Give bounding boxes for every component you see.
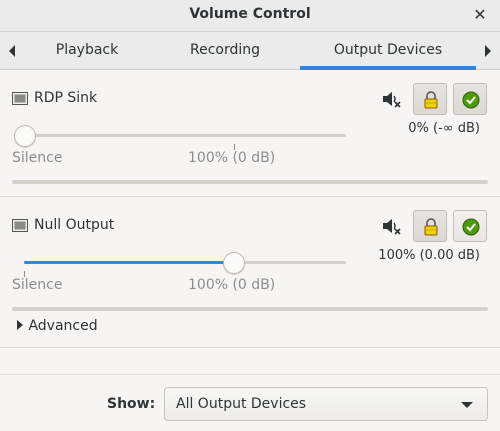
monitor-icon (12, 92, 28, 105)
volume-readout: 0% (-∞ dB) (408, 121, 480, 136)
lock-icon (424, 91, 438, 109)
advanced-expander[interactable]: Advanced (16, 318, 98, 334)
speaker-muted-icon[interactable] (382, 217, 402, 235)
tab-scroll-right-icon[interactable] (482, 43, 494, 59)
close-icon: ✕ (473, 5, 487, 24)
peak-level-meter (12, 180, 488, 184)
check-icon (462, 91, 480, 109)
scale-label-100: 100% (0 dB) (188, 150, 276, 166)
show-filter-dropdown[interactable]: All Output Devices (164, 387, 488, 421)
volume-slider-knob[interactable] (223, 252, 245, 274)
expander-arrow-icon (17, 320, 23, 330)
speaker-muted-icon[interactable] (382, 90, 402, 108)
tab-recording[interactable]: Recording (174, 32, 276, 70)
scale-label-silence: Silence (12, 277, 63, 293)
volume-slider-track[interactable] (24, 261, 346, 264)
set-default-button[interactable] (453, 210, 487, 242)
tab-bar: Playback Recording Output Devices (0, 32, 500, 70)
scale-label-silence: Silence (12, 150, 63, 166)
set-default-button[interactable] (453, 83, 487, 115)
divider (0, 196, 500, 197)
close-button[interactable]: ✕ (470, 5, 490, 25)
scale-label-100: 100% (0 dB) (188, 277, 276, 293)
volume-slider-knob[interactable] (14, 125, 36, 147)
lock-icon (424, 218, 438, 236)
peak-level-meter (12, 307, 488, 311)
check-icon (462, 218, 480, 236)
device-name: RDP Sink (34, 90, 98, 106)
volume-readout: 100% (0.00 dB) (378, 248, 480, 263)
advanced-label: Advanced (28, 318, 98, 334)
tab-playback[interactable]: Playback (38, 32, 136, 70)
monitor-icon (12, 219, 28, 232)
lock-channels-button[interactable] (413, 210, 447, 242)
title-bar: Volume Control ✕ (0, 0, 500, 32)
tab-scroll-left-icon[interactable] (6, 43, 18, 59)
window-title: Volume Control (189, 6, 311, 22)
volume-slider-fill (24, 261, 234, 264)
lock-channels-button[interactable] (413, 83, 447, 115)
show-label: Show: (107, 396, 156, 412)
divider (0, 374, 500, 375)
tab-output-devices[interactable]: Output Devices (300, 32, 476, 70)
device-name: Null Output (34, 217, 115, 233)
show-filter-value: All Output Devices (176, 396, 307, 412)
divider (0, 347, 500, 348)
chevron-down-icon (461, 402, 473, 408)
volume-slider-track[interactable] (24, 134, 346, 137)
